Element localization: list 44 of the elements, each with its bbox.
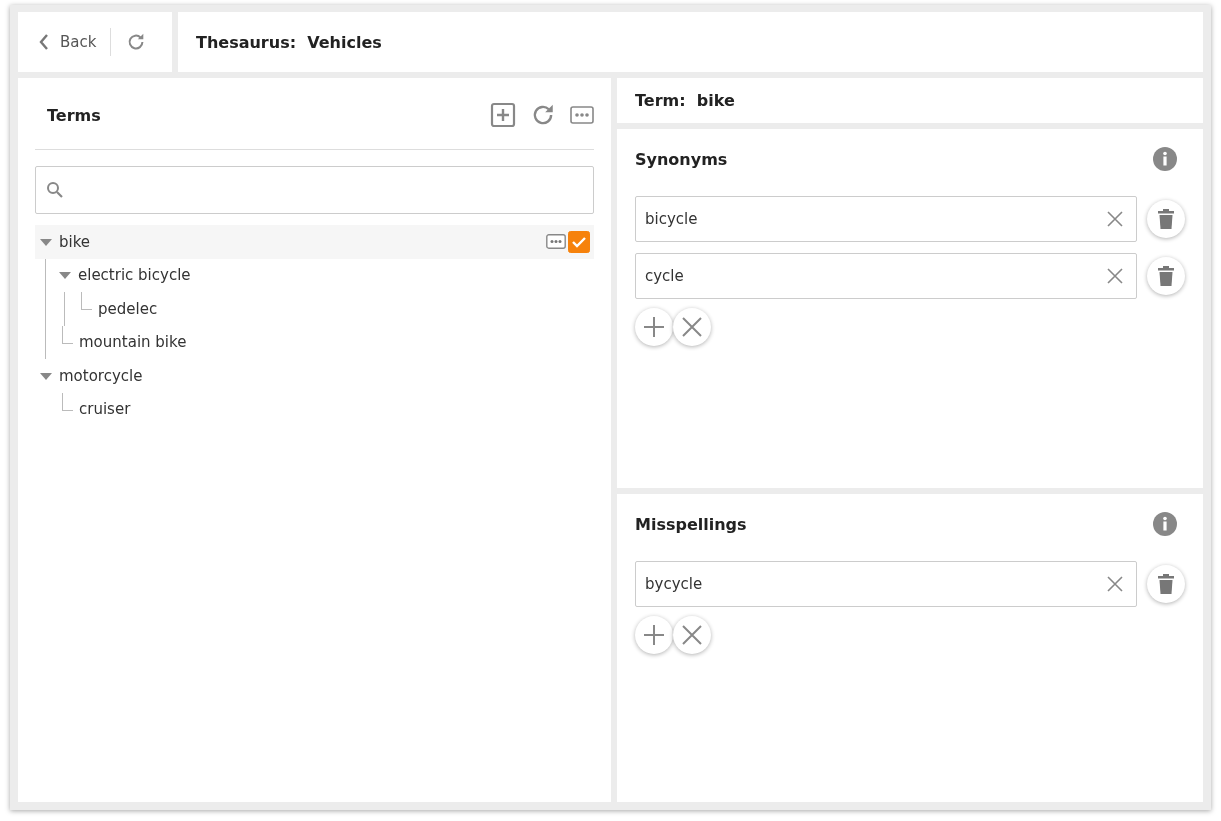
clear-button[interactable] — [673, 308, 711, 346]
info-icon[interactable] — [1153, 512, 1177, 537]
plus-icon — [643, 316, 665, 338]
search-icon — [46, 181, 64, 199]
add-button[interactable] — [635, 308, 673, 346]
term-title: Term: bike — [635, 91, 735, 110]
panel-title: Terms — [47, 105, 101, 125]
trash-icon — [1158, 574, 1174, 595]
back-button[interactable]: Back — [38, 33, 97, 51]
trash-icon — [1158, 266, 1174, 286]
clear-icon[interactable] — [1107, 268, 1123, 284]
caret-icon[interactable] — [39, 236, 53, 247]
tree-item[interactable]: pedelec — [73, 292, 594, 326]
delete-button[interactable] — [1147, 257, 1185, 295]
tree-item[interactable]: cruiser — [54, 392, 594, 426]
plus-icon — [643, 624, 665, 647]
page-title: Thesaurus: Vehicles — [196, 32, 382, 52]
text-field[interactable]: bicycle — [635, 196, 1137, 242]
caret-icon[interactable] — [39, 370, 53, 381]
tree-item[interactable]: mountain bike — [54, 325, 594, 359]
delete-button[interactable] — [1147, 565, 1185, 604]
text-field[interactable]: cycle — [635, 253, 1137, 299]
caret-icon[interactable] — [58, 270, 72, 281]
add-icon[interactable] — [490, 102, 516, 128]
clear-icon[interactable] — [1107, 211, 1123, 227]
close-icon — [682, 317, 702, 337]
checkbox[interactable] — [568, 230, 590, 253]
delete-button[interactable] — [1147, 200, 1185, 238]
text-field[interactable]: bycycle — [635, 561, 1137, 608]
tree-item[interactable]: electric bicycle — [54, 258, 594, 292]
section-title: Synonyms — [635, 149, 728, 169]
clear-button[interactable] — [673, 616, 711, 655]
clear-icon[interactable] — [1107, 576, 1123, 593]
tree-item[interactable]: bike — [35, 225, 594, 259]
close-icon — [682, 625, 702, 646]
trash-icon — [1158, 209, 1174, 229]
tree-item[interactable]: motorcycle — [35, 359, 594, 393]
more-icon[interactable] — [546, 234, 566, 250]
section-title: Misspellings — [635, 514, 747, 534]
add-button[interactable] — [635, 616, 673, 655]
info-icon[interactable] — [1153, 147, 1177, 171]
search-field[interactable] — [35, 166, 594, 214]
more-icon[interactable] — [570, 106, 594, 124]
chevron-left-icon — [38, 33, 50, 51]
